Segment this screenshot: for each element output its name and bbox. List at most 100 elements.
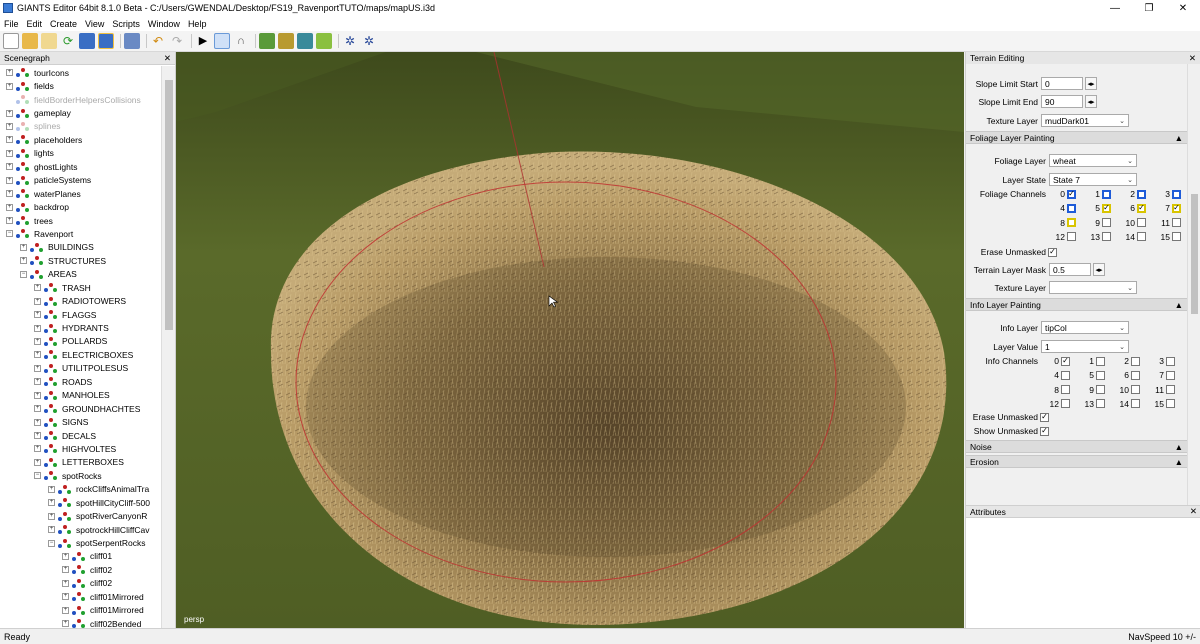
terrain-sculpt-icon[interactable] — [259, 33, 275, 49]
save-icon[interactable] — [79, 33, 95, 49]
expand-icon[interactable]: + — [48, 485, 55, 493]
expand-icon[interactable]: + — [34, 418, 41, 426]
tree-node[interactable]: + RADIOTOWERS — [0, 294, 160, 307]
channel-checkbox[interactable] — [1102, 189, 1111, 199]
redo-icon[interactable]: ↷ — [169, 33, 185, 49]
tree-node[interactable]: + cliff01Mirrored — [0, 604, 160, 617]
close-icon[interactable]: ✕ — [1189, 53, 1196, 64]
expand-icon[interactable]: + — [6, 136, 13, 144]
menu-window[interactable]: Window — [148, 19, 180, 29]
edit-icon[interactable] — [41, 33, 57, 49]
menu-scripts[interactable]: Scripts — [112, 19, 140, 29]
tree-node[interactable]: + STRUCTURES — [0, 254, 160, 267]
settings-icon[interactable]: ✲ — [342, 33, 358, 49]
expand-icon[interactable]: + — [6, 176, 13, 184]
tree-node[interactable]: + cliff02 — [0, 563, 160, 576]
tree-node[interactable]: − AREAS — [0, 268, 160, 281]
tree-node[interactable]: + gameplay — [0, 106, 160, 119]
slope-start-input[interactable]: 0 — [1041, 77, 1083, 90]
scrollbar-thumb[interactable] — [1191, 194, 1198, 314]
tree-node[interactable]: + DECALS — [0, 429, 160, 442]
tree-node[interactable]: + splines — [0, 120, 160, 133]
channel-checkbox[interactable] — [1131, 370, 1140, 380]
expand-icon[interactable]: + — [6, 122, 13, 130]
expand-icon[interactable]: + — [6, 203, 13, 211]
expand-icon[interactable]: + — [20, 257, 27, 265]
tree-node[interactable]: + placeholders — [0, 133, 160, 146]
terrain-scrollbar[interactable] — [1187, 64, 1200, 509]
terrain-paint-icon[interactable] — [278, 33, 294, 49]
tree-node[interactable]: + POLLARDS — [0, 335, 160, 348]
camera-icon[interactable]: ✲ — [361, 33, 377, 49]
tree-node[interactable]: − spotSerpentRocks — [0, 536, 160, 549]
channel-checkbox[interactable] — [1172, 189, 1181, 199]
tree-node[interactable]: + ghostLights — [0, 160, 160, 173]
expand-icon[interactable]: + — [6, 163, 13, 171]
foliage-paint-icon[interactable] — [297, 33, 313, 49]
play-icon[interactable]: ▶ — [195, 33, 211, 49]
tree-node[interactable]: + lights — [0, 147, 160, 160]
channel-checkbox[interactable]: ✓ — [1102, 203, 1111, 213]
erase-unmasked-checkbox[interactable]: ✓ — [1048, 247, 1057, 257]
channel-checkbox[interactable] — [1096, 399, 1105, 409]
expand-icon[interactable]: + — [34, 405, 41, 413]
tree-node[interactable]: + HYDRANTS — [0, 321, 160, 334]
info-paint-icon[interactable] — [316, 33, 332, 49]
spinner-icon[interactable]: ◂▸ — [1085, 95, 1097, 108]
menu-create[interactable]: Create — [50, 19, 77, 29]
expand-icon[interactable]: + — [48, 499, 55, 507]
channel-checkbox[interactable] — [1131, 399, 1140, 409]
tree-node[interactable]: + waterPlanes — [0, 187, 160, 200]
spinner-icon[interactable]: ◂▸ — [1085, 77, 1097, 90]
refresh-icon[interactable]: ⟳ — [60, 33, 76, 49]
expand-icon[interactable]: + — [34, 432, 41, 440]
tree-node[interactable]: + trees — [0, 214, 160, 227]
channel-checkbox[interactable] — [1061, 385, 1070, 395]
select-icon[interactable] — [214, 33, 230, 49]
channel-checkbox[interactable] — [1166, 370, 1175, 380]
tree-node[interactable]: + spotHillCityCliff-500 — [0, 496, 160, 509]
menu-view[interactable]: View — [85, 19, 104, 29]
layer-value-select[interactable]: 1 ⌄ — [1041, 340, 1129, 353]
minimize-button[interactable]: — — [1098, 0, 1132, 16]
tree-node[interactable]: + UTILITPOLESUS — [0, 362, 160, 375]
tree-node[interactable]: + backdrop — [0, 200, 160, 213]
channel-checkbox[interactable]: ✓ — [1061, 356, 1070, 366]
close-window-button[interactable]: ✕ — [1166, 0, 1200, 16]
tree-node[interactable]: + HIGHVOLTES — [0, 442, 160, 455]
info-layer-select[interactable]: tipCol ⌄ — [1041, 321, 1129, 334]
tree-node[interactable]: + cliff02Bended — [0, 617, 160, 628]
menu-help[interactable]: Help — [188, 19, 207, 29]
open-folder-icon[interactable] — [22, 33, 38, 49]
expand-icon[interactable]: + — [48, 512, 55, 520]
expand-icon[interactable]: + — [34, 364, 41, 372]
collapse-icon[interactable]: − — [34, 472, 41, 480]
noise-section-header[interactable]: Noise ▲ — [966, 440, 1187, 453]
tree-node[interactable]: − Ravenport — [0, 227, 160, 240]
tree-node[interactable]: + LETTERBOXES — [0, 456, 160, 469]
magnet-icon[interactable]: ∩ — [233, 33, 249, 49]
channel-checkbox[interactable] — [1137, 189, 1146, 199]
collapse-icon[interactable]: − — [20, 270, 27, 278]
collapse-icon[interactable]: − — [48, 539, 55, 547]
tree-node[interactable]: + GROUNDHACHTES — [0, 402, 160, 415]
scenegraph-scrollbar[interactable] — [161, 66, 175, 628]
tree-node[interactable]: + ROADS — [0, 375, 160, 388]
3d-viewport[interactable]: persp — [176, 52, 964, 628]
expand-icon[interactable]: + — [48, 526, 55, 534]
spinner-icon[interactable]: ◂▸ — [1093, 263, 1105, 276]
channel-checkbox[interactable] — [1102, 218, 1111, 228]
expand-icon[interactable]: + — [34, 351, 41, 359]
menu-edit[interactable]: Edit — [27, 19, 43, 29]
tree-node[interactable]: fieldBorderHelpersCollisions — [0, 93, 160, 106]
tree-node[interactable]: + FLAGGS — [0, 308, 160, 321]
expand-icon[interactable]: + — [6, 149, 13, 157]
channel-checkbox[interactable] — [1137, 232, 1146, 242]
info-section-header[interactable]: Info Layer Painting ▲ — [966, 298, 1187, 311]
close-icon[interactable]: ✕ — [1190, 506, 1197, 517]
channel-checkbox[interactable] — [1102, 232, 1111, 242]
print-icon[interactable] — [124, 33, 140, 49]
tree-node[interactable]: + spotRiverCanyonR — [0, 509, 160, 522]
texture-layer-select[interactable]: mudDark01 ⌄ — [1041, 114, 1129, 127]
expand-icon[interactable]: + — [6, 190, 13, 198]
